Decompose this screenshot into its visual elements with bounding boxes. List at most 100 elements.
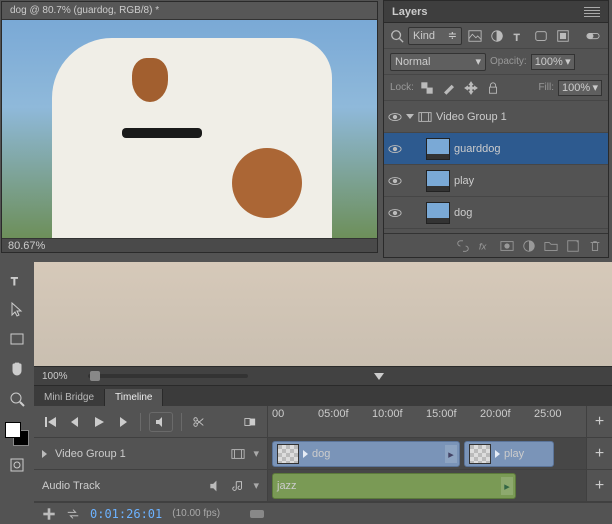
playhead-icon[interactable] (374, 373, 384, 380)
path-select-tool-icon[interactable] (5, 298, 29, 320)
tab-timeline[interactable]: Timeline (105, 389, 163, 406)
zoom-tool-icon[interactable] (5, 388, 29, 410)
clip-play[interactable]: play (464, 441, 554, 467)
visibility-icon[interactable] (388, 174, 402, 188)
clip-dog[interactable]: dog ▸ (272, 441, 460, 467)
type-tool-icon[interactable]: T (5, 268, 29, 290)
rectangle-tool-icon[interactable] (5, 328, 29, 350)
lock-transparency-icon[interactable] (418, 79, 436, 97)
panel-footer: fx (384, 233, 608, 257)
folder-icon[interactable] (544, 239, 558, 253)
color-swatch[interactable] (5, 422, 29, 446)
svg-text:T: T (514, 32, 520, 43)
opacity-value[interactable]: 100%▾ (531, 54, 575, 70)
layer-name: guarddog (454, 143, 604, 155)
clip-thumbnail (469, 444, 491, 464)
fill-value[interactable]: 100%▾ (558, 80, 602, 96)
clip-handle-icon[interactable]: ▸ (445, 445, 457, 463)
quickmask-icon[interactable] (5, 454, 29, 476)
audio-track: Audio Track ▾ jazz ▸ + (34, 470, 612, 502)
visibility-icon[interactable] (388, 142, 402, 156)
clip-label: play (504, 448, 524, 460)
clip-play-icon (303, 450, 308, 458)
music-note-icon[interactable] (231, 479, 245, 493)
prev-frame-icon[interactable] (66, 413, 84, 431)
layer-name: Video Group 1 (436, 111, 604, 123)
new-layer-icon[interactable] (566, 239, 580, 253)
clip-thumbnail (277, 444, 299, 464)
link-layers-icon[interactable] (456, 239, 470, 253)
lock-brush-icon[interactable] (440, 79, 458, 97)
time-ruler[interactable]: 00 05:00f 10:00f 15:00f 20:00f 25:00 (268, 406, 586, 437)
filter-type-icon[interactable]: T (510, 27, 528, 45)
split-icon[interactable] (190, 413, 208, 431)
mask-icon[interactable] (500, 239, 514, 253)
layer-thumbnail (426, 170, 450, 192)
filter-smart-icon[interactable] (554, 27, 572, 45)
video-track: Video Group 1 ▾ dog ▸ play + (34, 438, 612, 470)
tab-mini-bridge[interactable]: Mini Bridge (34, 389, 105, 406)
convert-icon[interactable] (66, 507, 80, 521)
zoom-slider[interactable] (88, 374, 248, 378)
lock-move-icon[interactable] (462, 79, 480, 97)
image-content (52, 38, 332, 238)
expand-icon[interactable] (406, 114, 414, 119)
next-frame-icon[interactable] (114, 413, 132, 431)
hand-tool-icon[interactable] (5, 358, 29, 380)
bottom-tabs: Mini Bridge Timeline (34, 386, 612, 406)
clip-jazz[interactable]: jazz ▸ (272, 473, 516, 499)
document-status-bar: 80.67% (2, 238, 377, 252)
clip-label: jazz (277, 480, 297, 492)
layer-thumbnail (426, 202, 450, 224)
panel-menu-icon[interactable] (584, 6, 600, 18)
add-video-icon[interactable]: + (586, 438, 612, 469)
filter-image-icon[interactable] (466, 27, 484, 45)
svg-text:T: T (11, 276, 18, 287)
opacity-label: Opacity: (490, 56, 527, 67)
lock-all-icon[interactable] (484, 79, 502, 97)
adjustment-icon[interactable] (522, 239, 536, 253)
clip-play-icon (495, 450, 500, 458)
track-name: Audio Track (42, 480, 100, 492)
add-media-icon[interactable]: + (586, 406, 612, 437)
timeline-status: 0:01:26:01 (10.00 fps) (34, 502, 612, 524)
panel-title: Layers (392, 6, 427, 18)
film-icon[interactable] (231, 447, 245, 461)
preview-zoom-bar: 100% (34, 366, 612, 386)
filter-toggle-icon[interactable] (584, 27, 602, 45)
layer-item-guarddog[interactable]: guarddog (384, 133, 608, 165)
transition-icon[interactable] (241, 413, 259, 431)
expand-track-icon[interactable] (42, 450, 47, 458)
timeline-scrub[interactable] (250, 510, 604, 518)
document-window: dog @ 80.7% (guardog, RGB/8) * 80.67% (1, 1, 378, 253)
layers-panel: Layers Kind≑ T Normal▾ Opacity: 100%▾ Lo… (383, 0, 609, 258)
timeline-panel: 00 05:00f 10:00f 15:00f 20:00f 25:00 + V… (34, 406, 612, 524)
zoom-level[interactable]: 80.67% (8, 240, 45, 252)
document-title: dog @ 80.7% (guardog, RGB/8) * (2, 2, 377, 20)
fps-display: (10.00 fps) (172, 508, 220, 519)
preview-zoom[interactable]: 100% (42, 371, 82, 382)
settings-icon[interactable] (42, 507, 56, 521)
layer-group[interactable]: Video Group 1 (384, 101, 608, 133)
filter-adjustment-icon[interactable] (488, 27, 506, 45)
timecode[interactable]: 0:01:26:01 (90, 507, 162, 521)
filter-kind-dropdown[interactable]: Kind≑ (408, 27, 462, 45)
layer-item-play[interactable]: play (384, 165, 608, 197)
layer-item-dog[interactable]: dog (384, 197, 608, 229)
clip-handle-icon[interactable]: ▸ (501, 477, 513, 495)
play-icon[interactable] (90, 413, 108, 431)
canvas[interactable] (2, 20, 377, 238)
search-icon (390, 29, 404, 43)
layer-thumbnail (426, 138, 450, 160)
visibility-icon[interactable] (388, 206, 402, 220)
mute-icon[interactable] (149, 412, 173, 432)
fx-icon[interactable]: fx (478, 239, 492, 253)
filter-shape-icon[interactable] (532, 27, 550, 45)
blend-mode-dropdown[interactable]: Normal▾ (390, 53, 486, 71)
visibility-icon[interactable] (388, 110, 402, 124)
trash-icon[interactable] (588, 239, 602, 253)
fill-label: Fill: (538, 82, 554, 93)
speaker-icon[interactable] (209, 479, 223, 493)
add-audio-icon[interactable]: + (586, 470, 612, 501)
go-start-icon[interactable] (42, 413, 60, 431)
